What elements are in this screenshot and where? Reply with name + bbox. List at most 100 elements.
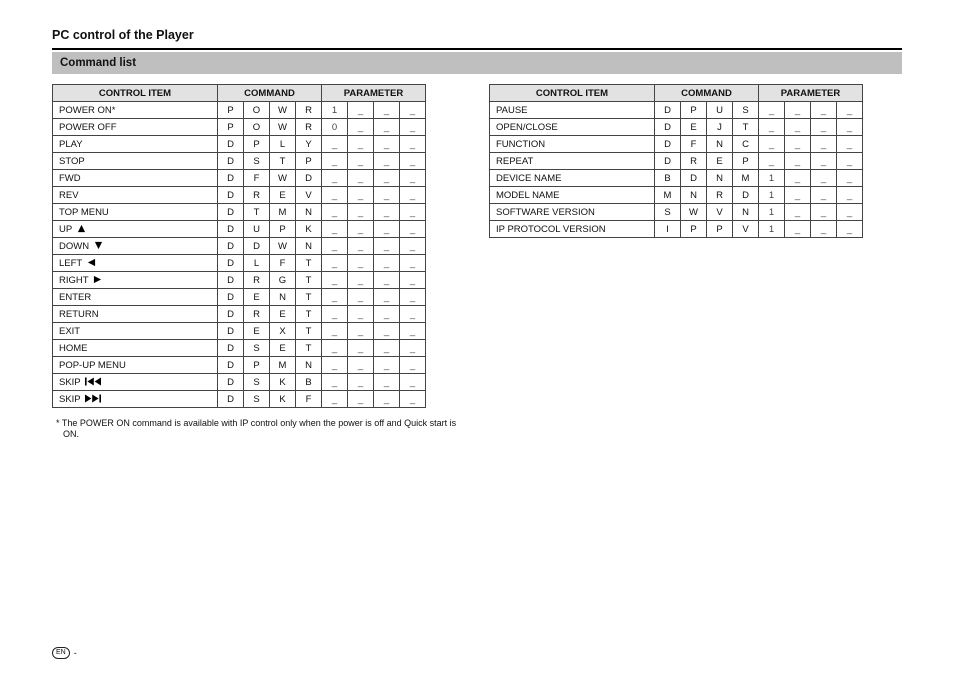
command-char-cell: M bbox=[655, 187, 681, 204]
control-item-cell: POP-UP MENU bbox=[53, 357, 218, 374]
table-row: FUNCTIONDFNC____ bbox=[490, 136, 863, 153]
parameter-char-cell: _ bbox=[400, 136, 426, 153]
command-char-cell: D bbox=[218, 289, 244, 306]
command-char-cell: P bbox=[244, 136, 270, 153]
page-number: - bbox=[74, 648, 77, 658]
col-header-command: COMMAND bbox=[655, 85, 759, 102]
parameter-char-cell: _ bbox=[322, 374, 348, 391]
table-row: DEVICE NAMEBDNM1___ bbox=[490, 170, 863, 187]
command-char-cell: R bbox=[244, 187, 270, 204]
command-char-cell: E bbox=[707, 153, 733, 170]
control-item-label: FWD bbox=[59, 173, 81, 184]
page-title: PC control of the Player bbox=[52, 28, 902, 42]
parameter-char-cell: _ bbox=[400, 119, 426, 136]
command-char-cell: D bbox=[218, 221, 244, 238]
command-char-cell: N bbox=[707, 136, 733, 153]
up-icon bbox=[77, 224, 86, 233]
command-char-cell: P bbox=[707, 221, 733, 238]
command-char-cell: T bbox=[296, 255, 322, 272]
col-header-command: COMMAND bbox=[218, 85, 322, 102]
command-char-cell: W bbox=[270, 102, 296, 119]
parameter-char-cell: _ bbox=[348, 221, 374, 238]
parameter-char-cell: _ bbox=[322, 306, 348, 323]
command-char-cell: V bbox=[707, 204, 733, 221]
control-item-label: PAUSE bbox=[496, 105, 528, 116]
command-char-cell: D bbox=[655, 102, 681, 119]
parameter-char-cell: _ bbox=[400, 289, 426, 306]
parameter-char-cell: _ bbox=[400, 374, 426, 391]
parameter-char-cell: _ bbox=[322, 136, 348, 153]
command-char-cell: K bbox=[296, 221, 322, 238]
control-item-cell: IP PROTOCOL VERSION bbox=[490, 221, 655, 238]
parameter-char-cell: _ bbox=[811, 204, 837, 221]
parameter-char-cell: _ bbox=[348, 391, 374, 408]
command-char-cell: I bbox=[655, 221, 681, 238]
parameter-char-cell: _ bbox=[374, 221, 400, 238]
command-char-cell: S bbox=[244, 391, 270, 408]
parameter-char-cell: _ bbox=[400, 272, 426, 289]
command-char-cell: E bbox=[244, 289, 270, 306]
parameter-char-cell: _ bbox=[785, 102, 811, 119]
command-char-cell: U bbox=[707, 102, 733, 119]
control-item-label: DEVICE NAME bbox=[496, 173, 561, 184]
parameter-char-cell: _ bbox=[374, 289, 400, 306]
parameter-char-cell: _ bbox=[374, 102, 400, 119]
control-item-cell: DOWN bbox=[53, 238, 218, 255]
parameter-char-cell: _ bbox=[837, 221, 863, 238]
control-item-label: REV bbox=[59, 190, 79, 201]
parameter-char-cell: _ bbox=[811, 221, 837, 238]
command-char-cell: T bbox=[296, 340, 322, 357]
down-icon bbox=[94, 241, 103, 250]
parameter-char-cell: _ bbox=[348, 374, 374, 391]
command-char-cell: N bbox=[270, 289, 296, 306]
control-item-cell: MODEL NAME bbox=[490, 187, 655, 204]
parameter-char-cell: _ bbox=[374, 204, 400, 221]
command-table-left: CONTROL ITEMCOMMANDPARAMETERPOWER ON*POW… bbox=[52, 84, 426, 408]
command-char-cell: N bbox=[707, 170, 733, 187]
table-row: RETURNDRET____ bbox=[53, 306, 426, 323]
command-char-cell: N bbox=[296, 357, 322, 374]
control-item-label: MODEL NAME bbox=[496, 190, 560, 201]
control-item-cell: RETURN bbox=[53, 306, 218, 323]
parameter-char-cell: _ bbox=[322, 221, 348, 238]
parameter-char-cell: _ bbox=[348, 272, 374, 289]
parameter-char-cell: _ bbox=[348, 136, 374, 153]
command-char-cell: D bbox=[655, 136, 681, 153]
command-char-cell: P bbox=[681, 102, 707, 119]
parameter-char-cell: 1 bbox=[759, 204, 785, 221]
parameter-char-cell: _ bbox=[400, 255, 426, 272]
control-item-cell: UP bbox=[53, 221, 218, 238]
control-item-label: TOP MENU bbox=[59, 207, 109, 218]
command-char-cell: P bbox=[733, 153, 759, 170]
table-row: HOMEDSET____ bbox=[53, 340, 426, 357]
command-char-cell: D bbox=[218, 153, 244, 170]
parameter-char-cell: _ bbox=[374, 340, 400, 357]
table-row: STOPDSTP____ bbox=[53, 153, 426, 170]
parameter-char-cell: 1 bbox=[759, 170, 785, 187]
parameter-char-cell: _ bbox=[837, 204, 863, 221]
control-item-cell: RIGHT bbox=[53, 272, 218, 289]
col-header-control: CONTROL ITEM bbox=[490, 85, 655, 102]
control-item-label: IP PROTOCOL VERSION bbox=[496, 224, 606, 235]
command-char-cell: S bbox=[733, 102, 759, 119]
parameter-char-cell: _ bbox=[322, 391, 348, 408]
col-header-parameter: PARAMETER bbox=[322, 85, 426, 102]
table-row: RIGHT DRGT____ bbox=[53, 272, 426, 289]
command-char-cell: F bbox=[296, 391, 322, 408]
parameter-char-cell: 1 bbox=[759, 187, 785, 204]
page-footer: EN - bbox=[52, 647, 77, 659]
control-item-cell: FWD bbox=[53, 170, 218, 187]
command-char-cell: K bbox=[270, 374, 296, 391]
parameter-char-cell: _ bbox=[837, 119, 863, 136]
command-char-cell: D bbox=[218, 357, 244, 374]
command-char-cell: D bbox=[655, 153, 681, 170]
command-char-cell: M bbox=[270, 357, 296, 374]
command-char-cell: T bbox=[244, 204, 270, 221]
command-char-cell: D bbox=[218, 374, 244, 391]
control-item-label: RIGHT bbox=[59, 275, 88, 286]
parameter-char-cell: _ bbox=[400, 170, 426, 187]
control-item-label: OPEN/CLOSE bbox=[496, 122, 558, 133]
parameter-char-cell: _ bbox=[322, 340, 348, 357]
command-char-cell: D bbox=[681, 170, 707, 187]
table-row: POP-UP MENUDPMN____ bbox=[53, 357, 426, 374]
